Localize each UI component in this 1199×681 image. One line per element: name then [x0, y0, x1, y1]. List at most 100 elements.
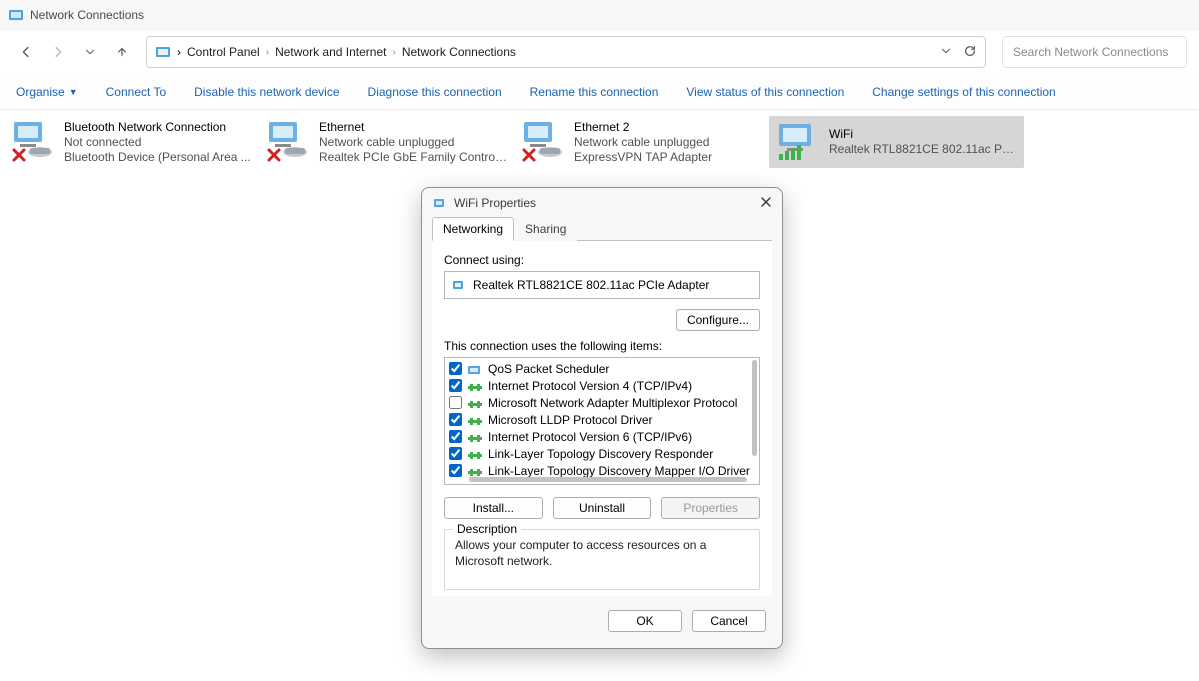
item-buttons-row: Install... Uninstall Properties — [444, 497, 760, 519]
install-button[interactable]: Install... — [444, 497, 543, 519]
up-button[interactable] — [108, 38, 136, 66]
description-text: Allows your computer to access resources… — [455, 538, 749, 569]
search-input[interactable]: Search Network Connections — [1002, 36, 1187, 68]
tab-networking[interactable]: Networking — [432, 217, 514, 241]
connection-item[interactable]: EthernetNetwork cable unpluggedRealtek P… — [259, 116, 514, 168]
item-checkbox[interactable] — [449, 396, 462, 409]
list-item[interactable]: Internet Protocol Version 6 (TCP/IPv6) — [449, 428, 755, 445]
items-listbox[interactable]: QoS Packet Scheduler Internet Protocol Ve… — [444, 357, 760, 485]
connect-to-button[interactable]: Connect To — [106, 85, 167, 99]
breadcrumb-item[interactable]: Network Connections — [402, 45, 516, 59]
item-checkbox[interactable] — [449, 379, 462, 392]
protocol-icon — [468, 398, 482, 408]
view-status-button[interactable]: View status of this connection — [686, 85, 844, 99]
connection-item[interactable]: Ethernet 2Network cable unpluggedExpress… — [514, 116, 769, 168]
uninstall-button[interactable]: Uninstall — [553, 497, 652, 519]
close-button[interactable] — [760, 196, 772, 211]
connection-device: ExpressVPN TAP Adapter — [574, 150, 712, 165]
protocol-icon — [468, 415, 482, 425]
connection-text: Ethernet 2Network cable unpluggedExpress… — [574, 120, 712, 165]
disable-button[interactable]: Disable this network device — [194, 85, 339, 99]
connect-using-label: Connect using: — [444, 253, 760, 267]
ok-button[interactable]: OK — [608, 610, 682, 632]
item-checkbox[interactable] — [449, 362, 462, 375]
connection-name: Bluetooth Network Connection — [64, 120, 251, 135]
connection-icon — [265, 120, 311, 164]
breadcrumb-item[interactable]: Network and Internet — [275, 45, 386, 59]
back-button[interactable] — [12, 38, 40, 66]
connection-status: Network cable unplugged — [319, 135, 508, 150]
dialog-body: Connect using: Realtek RTL8821CE 802.11a… — [432, 240, 772, 596]
adapter-field[interactable]: Realtek RTL8821CE 802.11ac PCIe Adapter — [444, 271, 760, 299]
cancel-button[interactable]: Cancel — [692, 610, 766, 632]
connection-name: Ethernet — [319, 120, 508, 135]
diagnose-button[interactable]: Diagnose this connection — [368, 85, 502, 99]
connection-status: Network cable unplugged — [574, 135, 712, 150]
item-label: Link-Layer Topology Discovery Mapper I/O… — [488, 464, 750, 478]
network-adapter-icon — [451, 277, 467, 293]
scrollbar-horizontal[interactable] — [469, 477, 747, 482]
item-label: QoS Packet Scheduler — [488, 362, 609, 376]
control-panel-icon — [155, 44, 171, 60]
item-checkbox[interactable] — [449, 464, 462, 477]
organise-menu[interactable]: Organise▼ — [16, 85, 78, 99]
item-label: Link-Layer Topology Discovery Responder — [488, 447, 713, 461]
dialog-footer: OK Cancel — [422, 596, 782, 648]
window-icon — [8, 7, 24, 23]
protocol-icon — [468, 364, 482, 374]
item-checkbox[interactable] — [449, 447, 462, 460]
change-settings-button[interactable]: Change settings of this connection — [872, 85, 1055, 99]
tab-sharing[interactable]: Sharing — [514, 217, 577, 241]
description-label: Description — [453, 522, 521, 536]
connection-device: Realtek RTL8821CE 802.11ac PCIe ... — [829, 142, 1018, 157]
command-toolbar: Organise▼ Connect To Disable this networ… — [0, 74, 1199, 110]
list-item[interactable]: Microsoft Network Adapter Multiplexor Pr… — [449, 394, 755, 411]
protocol-icon — [468, 466, 482, 476]
search-placeholder: Search Network Connections — [1013, 45, 1168, 59]
connection-status: Not connected — [64, 135, 251, 150]
adapter-name: Realtek RTL8821CE 802.11ac PCIe Adapter — [473, 278, 709, 292]
navigation-bar: › Control Panel › Network and Internet ›… — [0, 30, 1199, 74]
forward-button[interactable] — [44, 38, 72, 66]
dialog-titlebar[interactable]: WiFi Properties — [422, 188, 782, 218]
protocol-icon — [468, 432, 482, 442]
chevron-right-icon: › — [390, 47, 397, 58]
list-item[interactable]: Microsoft LLDP Protocol Driver — [449, 411, 755, 428]
address-bar[interactable]: › Control Panel › Network and Internet ›… — [146, 36, 986, 68]
list-item[interactable]: Link-Layer Topology Discovery Responder — [449, 445, 755, 462]
list-item[interactable]: Internet Protocol Version 4 (TCP/IPv4) — [449, 377, 755, 394]
dialog-title: WiFi Properties — [454, 196, 536, 210]
item-checkbox[interactable] — [449, 413, 462, 426]
connection-item[interactable]: WiFiRealtek RTL8821CE 802.11ac PCIe ... — [769, 116, 1024, 168]
rename-button[interactable]: Rename this connection — [530, 85, 659, 99]
connection-device: Realtek PCIe GbE Family Controller — [319, 150, 508, 165]
chevron-right-icon: › — [177, 45, 181, 59]
configure-button[interactable]: Configure... — [676, 309, 760, 331]
breadcrumb[interactable]: Control Panel › Network and Internet › N… — [187, 45, 516, 59]
connection-device: Bluetooth Device (Personal Area ... — [64, 150, 251, 165]
connection-icon — [520, 120, 566, 164]
item-label: Internet Protocol Version 6 (TCP/IPv6) — [488, 430, 692, 444]
window-title: Network Connections — [30, 8, 144, 22]
window-titlebar: Network Connections — [0, 0, 1199, 30]
chevron-right-icon: › — [264, 47, 271, 58]
item-label: Internet Protocol Version 4 (TCP/IPv4) — [488, 379, 692, 393]
connection-item[interactable]: Bluetooth Network ConnectionNot connecte… — [4, 116, 259, 168]
connection-icon — [775, 120, 821, 164]
recent-dropdown[interactable] — [76, 38, 104, 66]
protocol-icon — [468, 449, 482, 459]
connection-icon — [10, 120, 56, 164]
list-item[interactable]: QoS Packet Scheduler — [449, 360, 755, 377]
scrollbar-vertical[interactable] — [752, 360, 757, 456]
dialog-tabs: Networking Sharing — [422, 216, 782, 240]
breadcrumb-item[interactable]: Control Panel — [187, 45, 260, 59]
item-checkbox[interactable] — [449, 430, 462, 443]
connections-list: Bluetooth Network ConnectionNot connecte… — [0, 110, 1199, 174]
connection-text: WiFiRealtek RTL8821CE 802.11ac PCIe ... — [829, 127, 1018, 157]
adapter-icon — [432, 195, 448, 211]
chevron-down-icon[interactable] — [939, 44, 953, 61]
refresh-icon[interactable] — [963, 44, 977, 61]
description-group: Description Allows your computer to acce… — [444, 529, 760, 590]
properties-button: Properties — [661, 497, 760, 519]
item-label: Microsoft Network Adapter Multiplexor Pr… — [488, 396, 737, 410]
